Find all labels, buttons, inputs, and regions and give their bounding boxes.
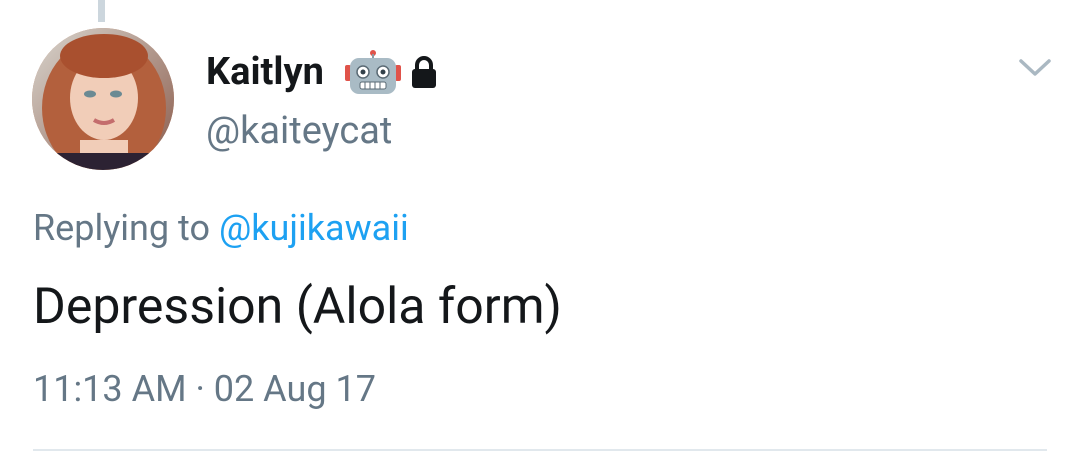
chevron-down-icon[interactable]: [1015, 54, 1055, 80]
avatar-photo: [32, 28, 174, 170]
divider: [33, 449, 1047, 451]
timestamp-separator: ·: [195, 368, 205, 410]
tweet-text: Depression (Alola form): [33, 278, 562, 336]
reply-mention-link[interactable]: @kujikawaii: [219, 207, 409, 249]
display-name[interactable]: Kaitlyn: [206, 48, 324, 96]
tweet-timestamp[interactable]: 11:13 AM · 02 Aug 17: [33, 365, 376, 413]
avatar[interactable]: [32, 28, 174, 170]
user-handle[interactable]: @kaiteycat: [206, 107, 392, 155]
lock-icon: [412, 56, 436, 88]
timestamp-time: 11:13 AM: [33, 368, 187, 410]
replying-to-line: Replying to @kujikawaii: [33, 204, 409, 252]
thread-connector-line: [98, 0, 105, 22]
replying-to-label: Replying to: [33, 207, 211, 249]
timestamp-date: 02 Aug 17: [213, 368, 376, 410]
robot-icon: [345, 50, 401, 94]
